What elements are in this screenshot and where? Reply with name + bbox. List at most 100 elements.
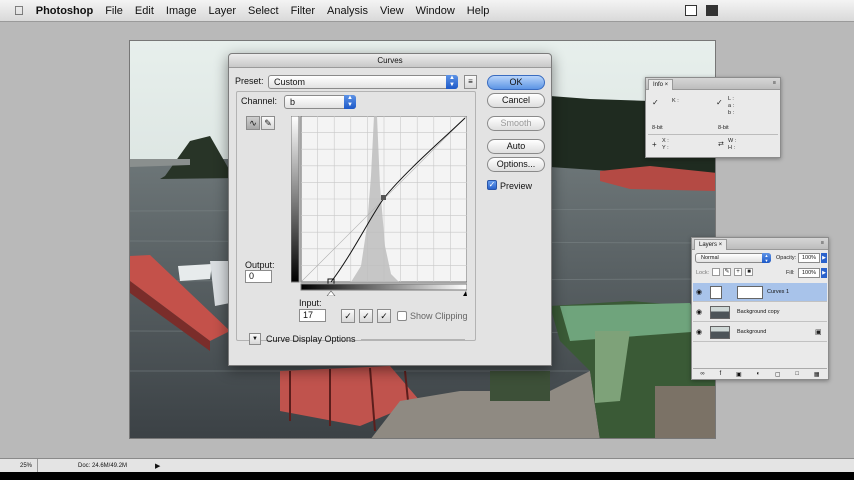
info-y: Y : bbox=[662, 145, 669, 151]
white-eyedropper-icon[interactable]: ✓ bbox=[377, 309, 391, 323]
menu-help[interactable]: Help bbox=[467, 5, 490, 17]
layer-row-curves[interactable]: ◉ Curves 1 bbox=[693, 283, 827, 302]
cancel-button[interactable]: Cancel bbox=[487, 93, 545, 108]
lock-all-icon[interactable]: ■ bbox=[745, 268, 753, 276]
eyedropper-icon-2: ✓ bbox=[716, 98, 723, 107]
channel-label: Channel: bbox=[241, 96, 278, 106]
new-layer-icon[interactable]: □ bbox=[795, 371, 799, 377]
blend-mode-value: Normal bbox=[701, 255, 719, 261]
layers-panel-menu-icon[interactable]: ≡ bbox=[821, 240, 824, 246]
layer-name[interactable]: Curves 1 bbox=[767, 289, 789, 295]
layer-row-background-copy[interactable]: ◉ Background copy bbox=[693, 303, 827, 322]
new-group-icon[interactable]: ▢ bbox=[775, 371, 781, 378]
info-panel: Info × ≡ ✓ K : ✓ L : a : b : 8-bit 8-bit… bbox=[645, 77, 781, 158]
info-h: H : bbox=[728, 145, 736, 151]
layer-name[interactable]: Background copy bbox=[737, 309, 780, 315]
preset-options-icon[interactable]: ≡ bbox=[464, 75, 477, 89]
menu-layer[interactable]: Layer bbox=[208, 5, 236, 17]
curve-display-options-label[interactable]: Curve Display Options bbox=[266, 334, 356, 344]
layer-thumbnail bbox=[710, 326, 730, 339]
channel-value: b bbox=[290, 97, 296, 107]
trash-icon[interactable]: ▦ bbox=[814, 371, 820, 378]
menu-edit[interactable]: Edit bbox=[135, 5, 154, 17]
opacity-field[interactable]: 100% bbox=[798, 253, 820, 263]
layers-tab-row: Layers × ≡ bbox=[692, 238, 828, 250]
info-tab-row: Info × ≡ bbox=[646, 78, 780, 90]
layer-name[interactable]: Background bbox=[737, 329, 766, 335]
preset-label: Preset: bbox=[235, 76, 264, 86]
info-bit-1: 8-bit bbox=[652, 125, 663, 131]
layer-row-background[interactable]: ◉ Background ▣ bbox=[693, 323, 827, 342]
dimension-icon: ⇄ bbox=[718, 141, 724, 148]
lock-icon: ▣ bbox=[815, 329, 822, 336]
preset-stepper-icon: ▲ ▼ bbox=[446, 75, 458, 89]
ok-button[interactable]: OK bbox=[487, 75, 545, 90]
add-mask-icon[interactable]: ▣ bbox=[736, 371, 742, 378]
eye-icon[interactable]: ◉ bbox=[696, 328, 702, 336]
output-field[interactable]: 0 bbox=[245, 270, 272, 283]
doc-size: Doc: 24.6M/49.2M bbox=[78, 462, 128, 469]
lock-label: Lock: bbox=[696, 270, 710, 276]
preset-value: Custom bbox=[274, 77, 306, 87]
lock-transparent-icon[interactable] bbox=[712, 268, 720, 276]
fill-label: Fill: bbox=[786, 270, 795, 276]
preset-select[interactable]: Custom ▲ ▼ bbox=[268, 75, 458, 89]
panel-menu-icon[interactable]: ≡ bbox=[773, 80, 776, 86]
input-label: Input: bbox=[299, 298, 322, 308]
eye-icon[interactable]: ◉ bbox=[696, 288, 702, 296]
fill-field[interactable]: 100% bbox=[798, 268, 820, 278]
info-bit-2: 8-bit bbox=[718, 125, 729, 131]
menu-window[interactable]: Window bbox=[416, 5, 455, 17]
preview-checkbox[interactable]: ✓ bbox=[487, 180, 497, 190]
menu-analysis[interactable]: Analysis bbox=[327, 5, 368, 17]
channel-select[interactable]: b ▲ ▼ bbox=[284, 95, 356, 109]
status-menu-arrow-icon[interactable]: ▶ bbox=[155, 462, 160, 470]
info-a: a : bbox=[728, 103, 735, 109]
status-bar: 25% Doc: 24.6M/49.2M ▶ bbox=[0, 458, 854, 472]
fx-icon[interactable]: f bbox=[720, 371, 722, 377]
info-tab-label: Info bbox=[653, 82, 664, 88]
menu-view[interactable]: View bbox=[380, 5, 404, 17]
disclosure-triangle-icon[interactable]: ▼ bbox=[249, 333, 261, 345]
layers-tab[interactable]: Layers × bbox=[694, 239, 728, 250]
menu-filter[interactable]: Filter bbox=[291, 5, 315, 17]
preview-label: Preview bbox=[500, 181, 533, 191]
show-clipping-checkbox[interactable] bbox=[397, 311, 407, 321]
menu-file[interactable]: File bbox=[105, 5, 123, 17]
apple-icon[interactable]:  bbox=[14, 3, 24, 18]
adjustment-layer-icon[interactable]: ◐ bbox=[756, 371, 760, 377]
app-menu[interactable]: Photoshop bbox=[36, 5, 93, 17]
layer-mask-thumbnail[interactable] bbox=[737, 286, 763, 299]
fill-arrow-icon[interactable]: ▶ bbox=[821, 268, 827, 278]
info-tab[interactable]: Info × bbox=[648, 79, 674, 90]
opacity-arrow-icon[interactable]: ▶ bbox=[821, 253, 827, 263]
curves-title[interactable]: Curves bbox=[229, 54, 551, 68]
black-eyedropper-icon[interactable]: ✓ bbox=[341, 309, 355, 323]
info-l: L : bbox=[728, 96, 734, 102]
menu-image[interactable]: Image bbox=[166, 5, 197, 17]
layer-thumbnail bbox=[710, 306, 730, 319]
workspace-icon[interactable] bbox=[706, 5, 718, 16]
menu-select[interactable]: Select bbox=[248, 5, 279, 17]
curve-graph[interactable] bbox=[291, 116, 467, 296]
smooth-button[interactable]: Smooth bbox=[487, 116, 545, 131]
options-button[interactable]: Options... bbox=[487, 157, 545, 172]
opacity-label: Opacity: bbox=[776, 255, 797, 261]
show-clipping-label: Show Clipping bbox=[410, 311, 468, 321]
auto-button[interactable]: Auto bbox=[487, 139, 545, 154]
eye-icon[interactable]: ◉ bbox=[696, 308, 702, 316]
info-divider bbox=[648, 134, 778, 135]
gray-eyedropper-icon[interactable]: ✓ bbox=[359, 309, 373, 323]
screen-mode-icon[interactable] bbox=[685, 5, 697, 16]
input-field[interactable]: 17 bbox=[299, 309, 326, 322]
info-w: W : bbox=[728, 138, 737, 144]
zoom-level[interactable]: 25% bbox=[0, 459, 38, 472]
lock-position-icon[interactable]: + bbox=[734, 268, 742, 276]
lock-image-icon[interactable]: ✎ bbox=[723, 268, 731, 276]
pencil-tool-icon[interactable]: ✎ bbox=[261, 116, 275, 130]
blend-mode-stepper-icon: ▲ ▼ bbox=[762, 253, 771, 263]
letterbox bbox=[0, 472, 854, 480]
link-layers-icon[interactable]: ∞ bbox=[700, 371, 704, 377]
curve-points-tool-icon[interactable]: ∿ bbox=[246, 116, 260, 130]
blend-mode-select[interactable]: Normal ▲ ▼ bbox=[695, 253, 771, 263]
